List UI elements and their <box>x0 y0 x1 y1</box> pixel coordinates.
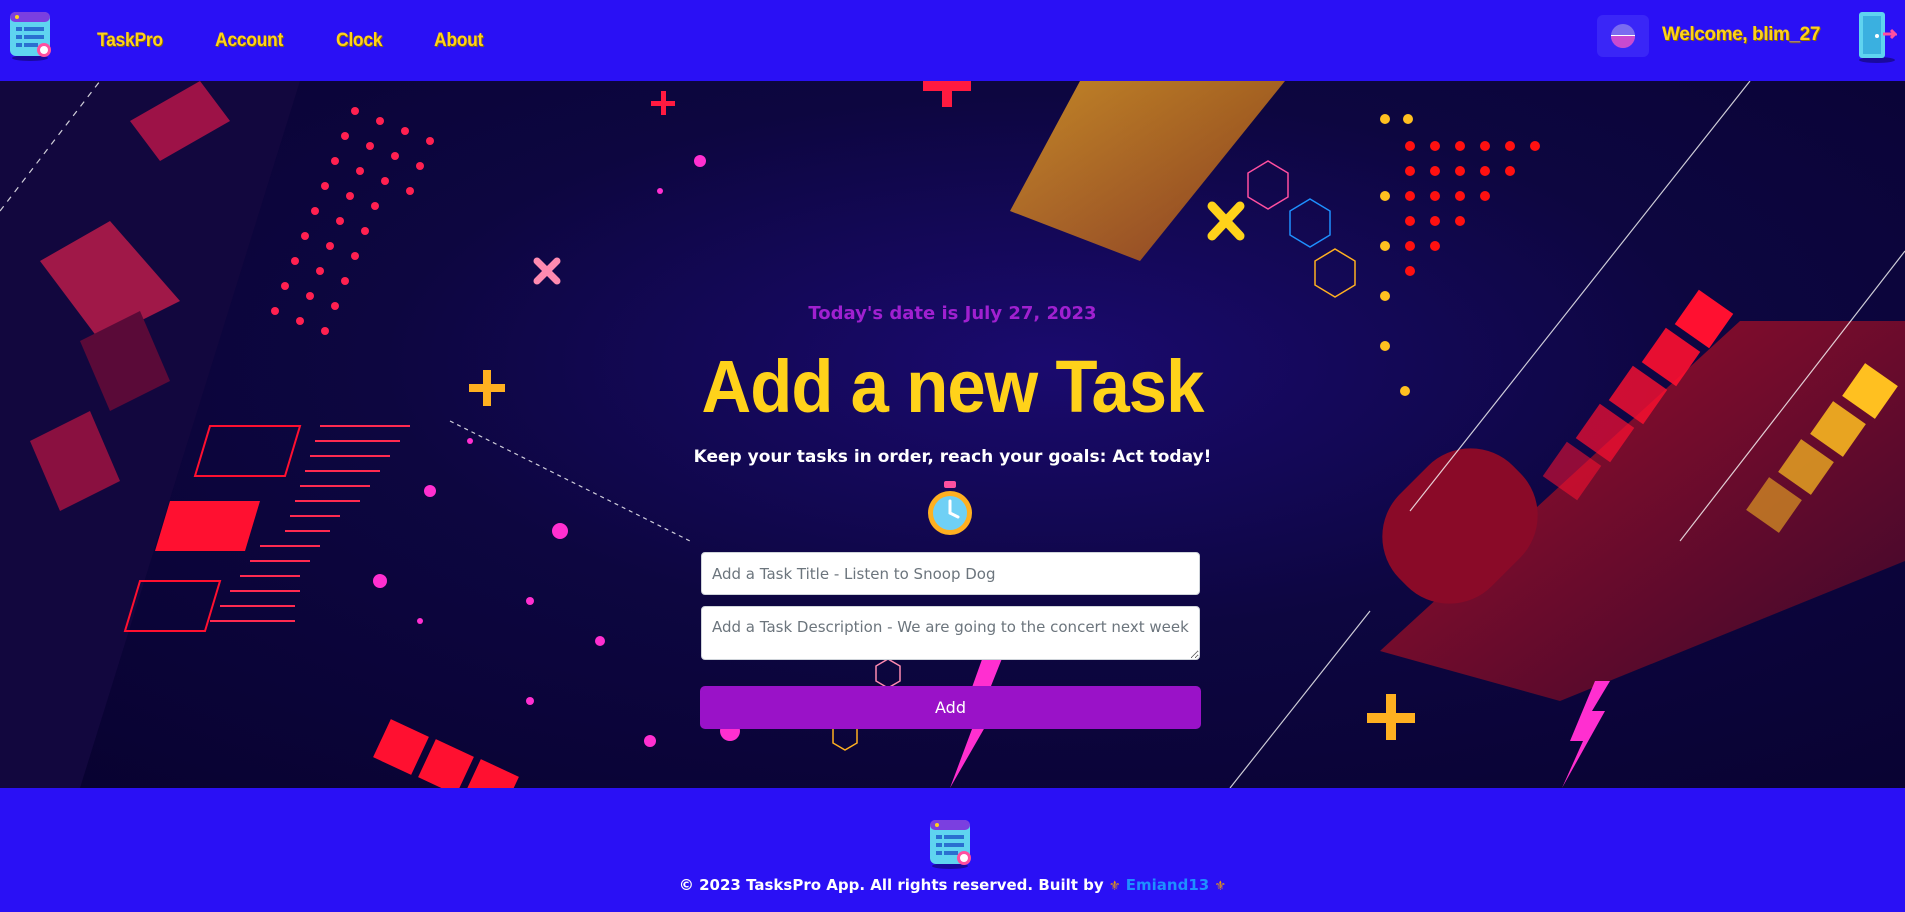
current-date-text: Today's date is July 27, 2023 <box>808 303 1097 324</box>
hero-section: Today's date is July 27, 2023 Add a new … <box>0 81 1905 788</box>
task-title-input[interactable] <box>701 552 1200 595</box>
copyright-text: © 2023 TasksPro App. All rights reserved… <box>0 876 1905 894</box>
page-subtitle: Keep your tasks in order, reach your goa… <box>693 447 1212 467</box>
logout-door-icon[interactable] <box>1855 8 1899 64</box>
task-description-input[interactable] <box>701 606 1200 660</box>
nav-link-about[interactable]: About <box>434 30 483 52</box>
fleur-de-lis-icon: ⚜ <box>1214 879 1227 894</box>
author-link[interactable]: Emiand13 <box>1126 876 1209 894</box>
page-footer: © 2023 TasksPro App. All rights reserved… <box>0 788 1905 912</box>
nav-link-clock[interactable]: Clock <box>336 30 383 52</box>
top-navbar: TaskPro Account Clock About Welcome, bli… <box>0 0 1905 81</box>
add-task-button[interactable]: Add <box>700 686 1201 729</box>
background-artwork <box>0 81 1905 788</box>
nav-links: TaskPro Account Clock About <box>97 30 534 52</box>
moon-toggle-icon <box>1611 24 1635 48</box>
page-title: Add a new Task <box>701 345 1205 428</box>
nav-link-account[interactable]: Account <box>215 30 283 52</box>
copyright-label: © 2023 TasksPro App. All rights reserved… <box>678 876 1104 894</box>
theme-toggle-button[interactable] <box>1597 15 1649 57</box>
fleur-de-lis-icon: ⚜ <box>1108 879 1121 894</box>
nav-link-taskpro[interactable]: TaskPro <box>97 30 163 52</box>
stopwatch-icon <box>926 481 974 537</box>
footer-logo-icon <box>928 818 974 870</box>
app-logo-icon[interactable] <box>8 10 54 62</box>
welcome-text: Welcome, blim_27 <box>1662 24 1820 45</box>
